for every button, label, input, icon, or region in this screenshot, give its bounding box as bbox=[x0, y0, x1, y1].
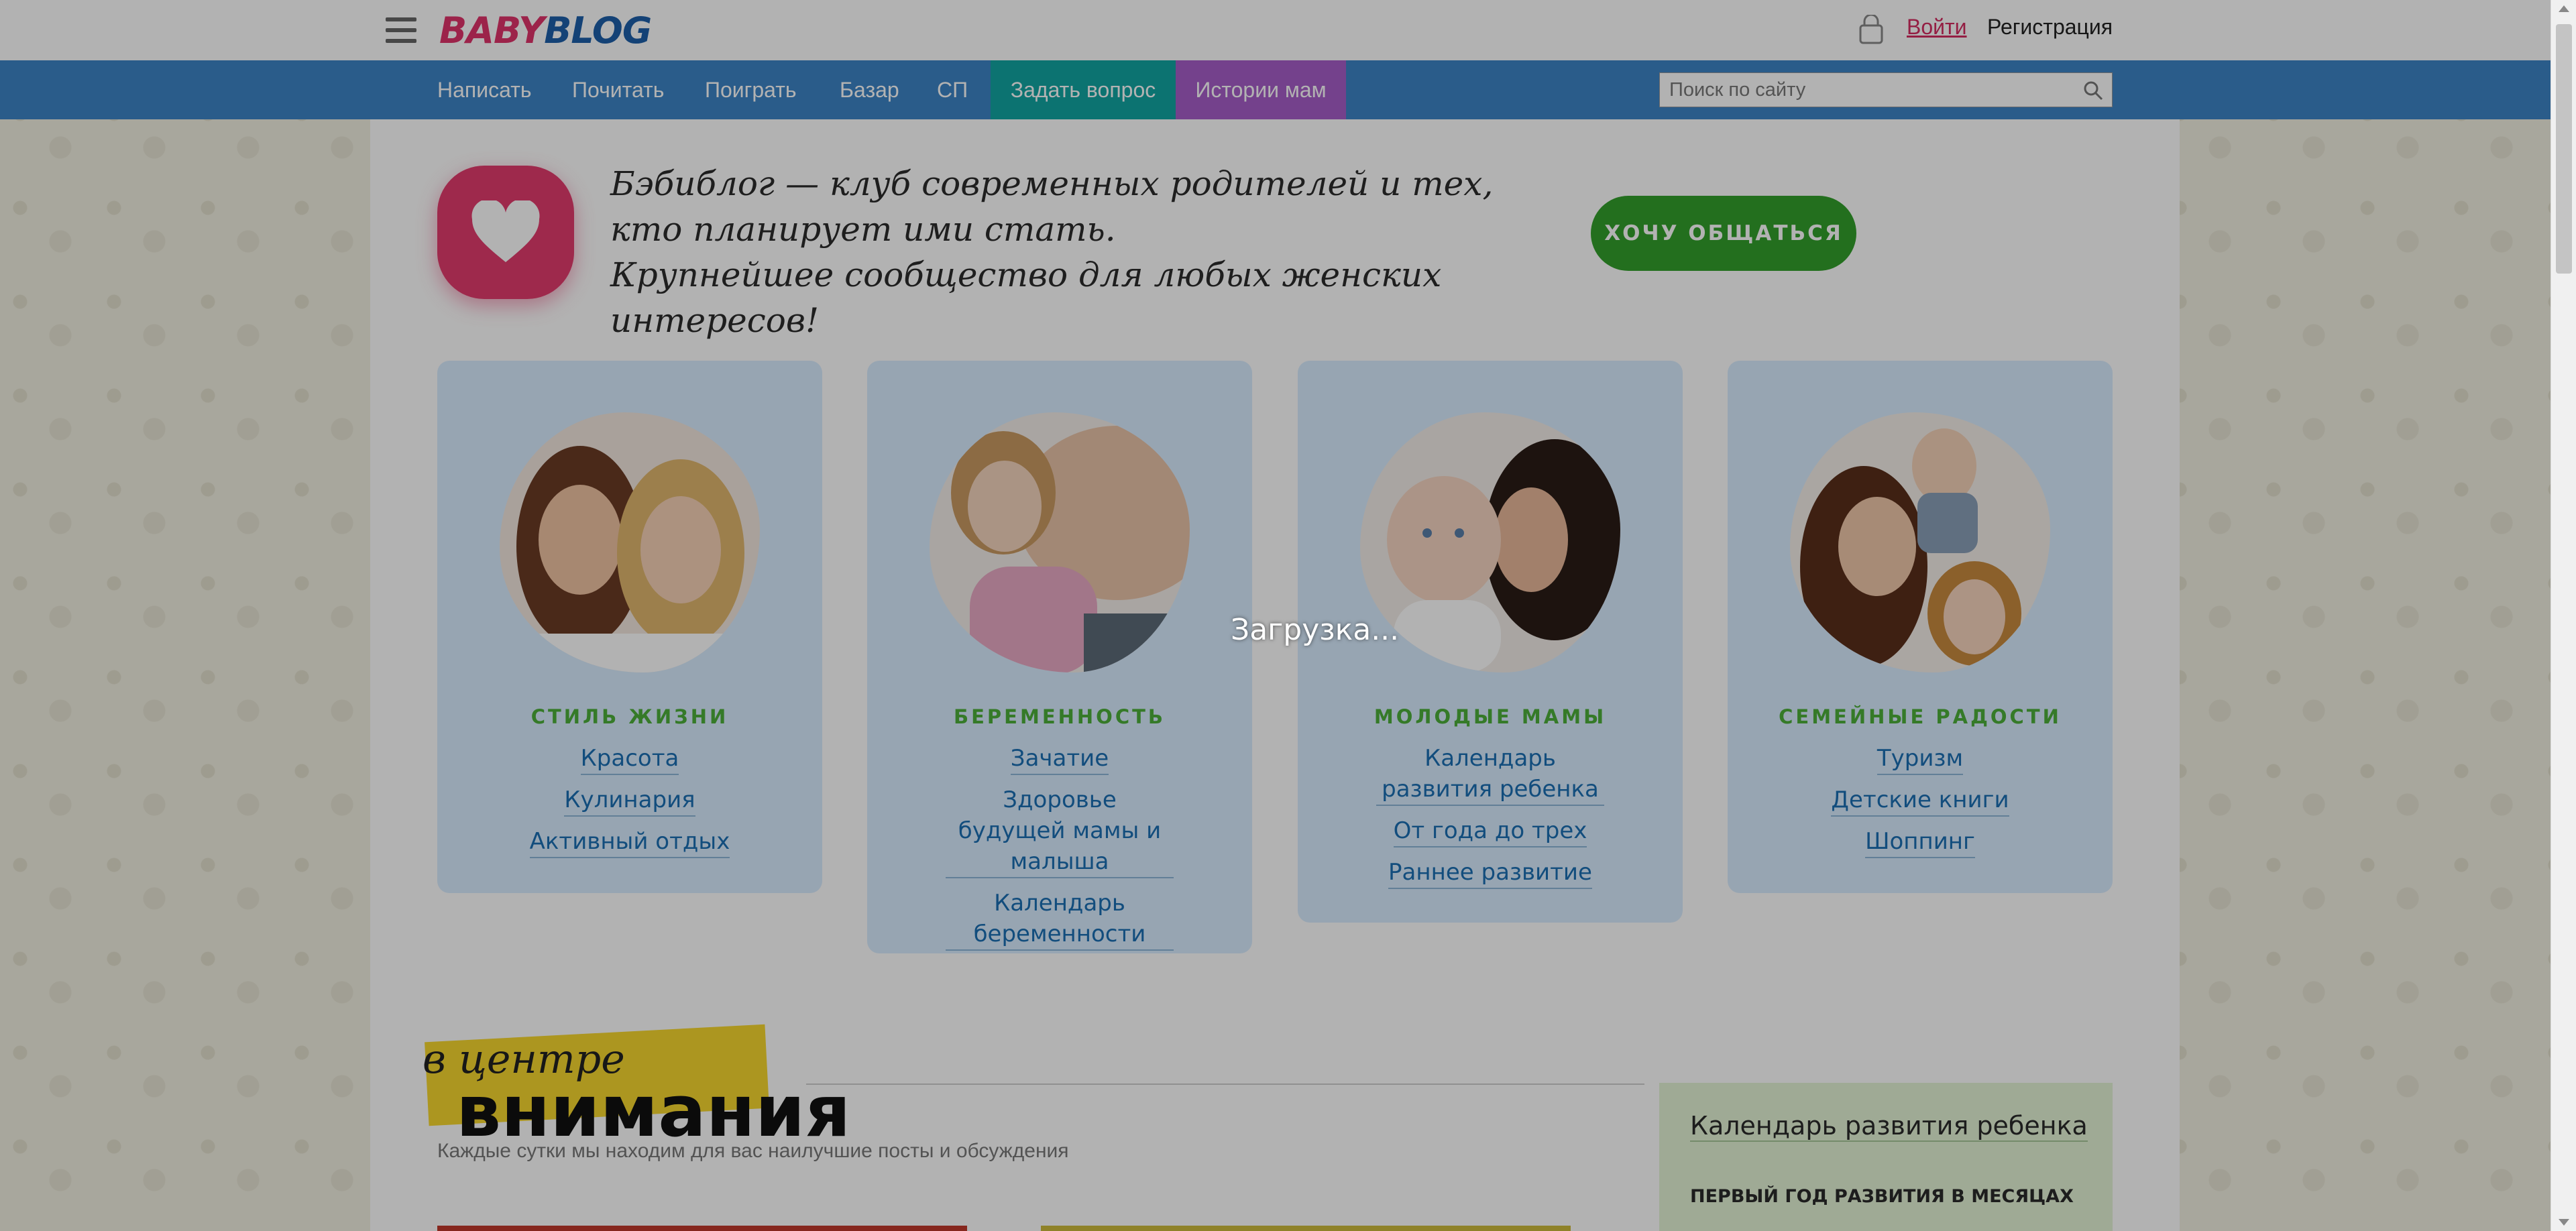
loading-text: Загрузка... bbox=[1231, 613, 1400, 647]
scroll-up-arrow-icon[interactable] bbox=[2559, 5, 2569, 12]
scrollbar-thumb[interactable] bbox=[2556, 24, 2572, 274]
scroll-down-arrow-icon[interactable] bbox=[2559, 1219, 2569, 1226]
vertical-scrollbar[interactable] bbox=[2551, 0, 2576, 1231]
